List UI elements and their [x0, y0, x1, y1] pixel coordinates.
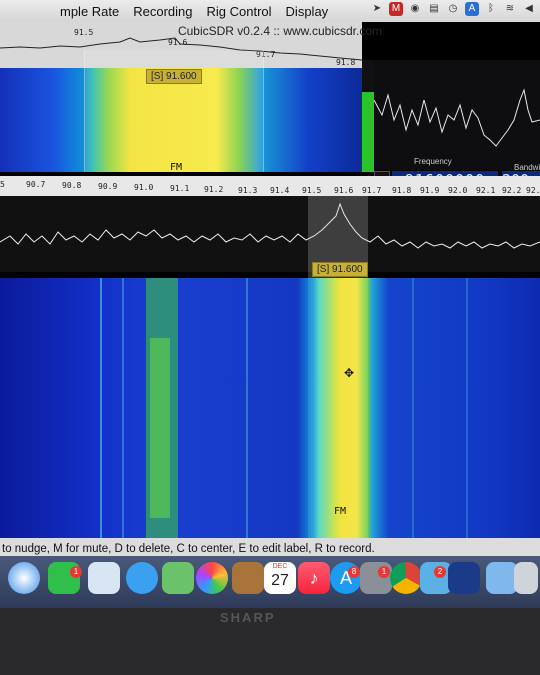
- waterfall-demod-band[interactable]: [308, 278, 368, 540]
- main-mode-label: FM: [334, 506, 347, 517]
- network-app-badge: 2: [434, 566, 446, 578]
- appstore-badge: 8: [348, 566, 360, 578]
- status-icons: ➤ M ◉ ▤ ◷ A ᛒ ≋ ◀: [370, 2, 536, 16]
- contacts-icon[interactable]: [232, 562, 264, 594]
- calendar-icon[interactable]: DEC 27: [264, 562, 296, 594]
- frequency-label: Frequency: [414, 157, 452, 166]
- ruler-tick: 91.7: [362, 186, 382, 195]
- demod-spectrum-panel[interactable]: [373, 60, 540, 172]
- top-tick-1: 91.5: [74, 28, 94, 37]
- ruler-tick: 90.8: [62, 181, 82, 190]
- main-spectrum-trace: [0, 202, 540, 249]
- mail-icon[interactable]: [88, 562, 120, 594]
- ruler-tick: 92.3: [526, 186, 540, 195]
- ruler-tick: 91.5: [302, 186, 322, 195]
- menu-bar: mple Rate Recording Rig Control Display …: [0, 0, 540, 22]
- ruler-tick: 91.2: [204, 185, 224, 194]
- move-cursor-icon: ✥: [344, 366, 355, 380]
- top-tick-2: 91.6: [168, 38, 188, 47]
- chrome-icon[interactable]: [390, 562, 422, 594]
- ruler-tick: 91.6: [334, 186, 354, 195]
- top-spectrum-panel[interactable]: 91.5 91.6 91.7 91.8 [S] 91.600 FM: [0, 20, 362, 172]
- menu-rig-control[interactable]: Rig Control: [207, 4, 272, 19]
- calendar-month: DEC: [272, 563, 288, 570]
- top-mode-label: FM: [170, 162, 183, 172]
- calendar-day: 27: [271, 572, 289, 589]
- ruler-tick: 91.4: [270, 186, 290, 195]
- time-machine-icon[interactable]: ◷: [446, 2, 460, 16]
- frequency-ruler[interactable]: 5 90.7 90.8 90.9 91.0 91.1 91.2 91.3 91.…: [0, 176, 540, 196]
- demod-spectrum-trace: [373, 88, 540, 147]
- volume-icon[interactable]: ◀: [522, 2, 536, 16]
- level-meter-fill[interactable]: [362, 92, 374, 172]
- trash-icon[interactable]: [514, 562, 538, 594]
- ruler-tick: 91.3: [238, 186, 258, 195]
- main-marker-label[interactable]: [S] 91.600: [312, 262, 368, 277]
- ruler-tick: 92.1: [476, 186, 496, 195]
- top-marker-label[interactable]: [S] 91.600: [146, 69, 202, 84]
- main-waterfall[interactable]: [0, 278, 540, 540]
- sysprefs-badge: 1: [378, 566, 390, 578]
- input-source-icon[interactable]: A: [465, 2, 479, 16]
- bluetooth-icon[interactable]: ᛒ: [484, 2, 498, 16]
- ruler-tick: 92.0: [448, 186, 468, 195]
- window-title: CubicSDR v0.2.4 :: www.cubicsdr.com: [177, 24, 383, 38]
- music-icon[interactable]: ♪: [298, 562, 330, 594]
- ruler-tick: 90.7: [26, 180, 46, 189]
- vpn-icon[interactable]: ◉: [408, 2, 422, 16]
- messages-icon[interactable]: [126, 562, 158, 594]
- ruler-tick: 92.2: [502, 186, 522, 195]
- waterfall-streaks: [100, 278, 468, 540]
- screen: 91.5 91.6 91.7 91.8 [S] 91.600 FM CubicS…: [0, 0, 540, 608]
- safari-icon[interactable]: [8, 562, 40, 594]
- ruler-tick: 91.9: [420, 186, 440, 195]
- ruler-tick: 90.9: [98, 182, 118, 191]
- wifi-icon[interactable]: ≋: [503, 2, 517, 16]
- ruler-tick: 5: [0, 180, 5, 189]
- cubicsdr-icon[interactable]: [448, 562, 480, 594]
- activity-icon[interactable]: ▤: [427, 2, 441, 16]
- ruler-tick: 91.0: [134, 183, 154, 192]
- monitor-brand-logo: SHARP: [220, 610, 276, 625]
- top-tick-4: 91.8: [336, 58, 356, 67]
- ruler-tick: 91.8: [392, 186, 412, 195]
- facetime-badge: 1: [70, 566, 82, 578]
- menu-recording[interactable]: Recording: [133, 4, 192, 19]
- ruler-tick: 91.1: [170, 184, 190, 193]
- maps-icon[interactable]: [162, 562, 194, 594]
- photos-icon[interactable]: [196, 562, 228, 594]
- main-spectrum-plot[interactable]: [0, 196, 540, 272]
- mcafee-icon[interactable]: M: [389, 2, 403, 16]
- menu-sample-rate[interactable]: mple Rate: [60, 4, 119, 19]
- menu-display[interactable]: Display: [286, 4, 329, 19]
- location-icon[interactable]: ➤: [370, 2, 384, 16]
